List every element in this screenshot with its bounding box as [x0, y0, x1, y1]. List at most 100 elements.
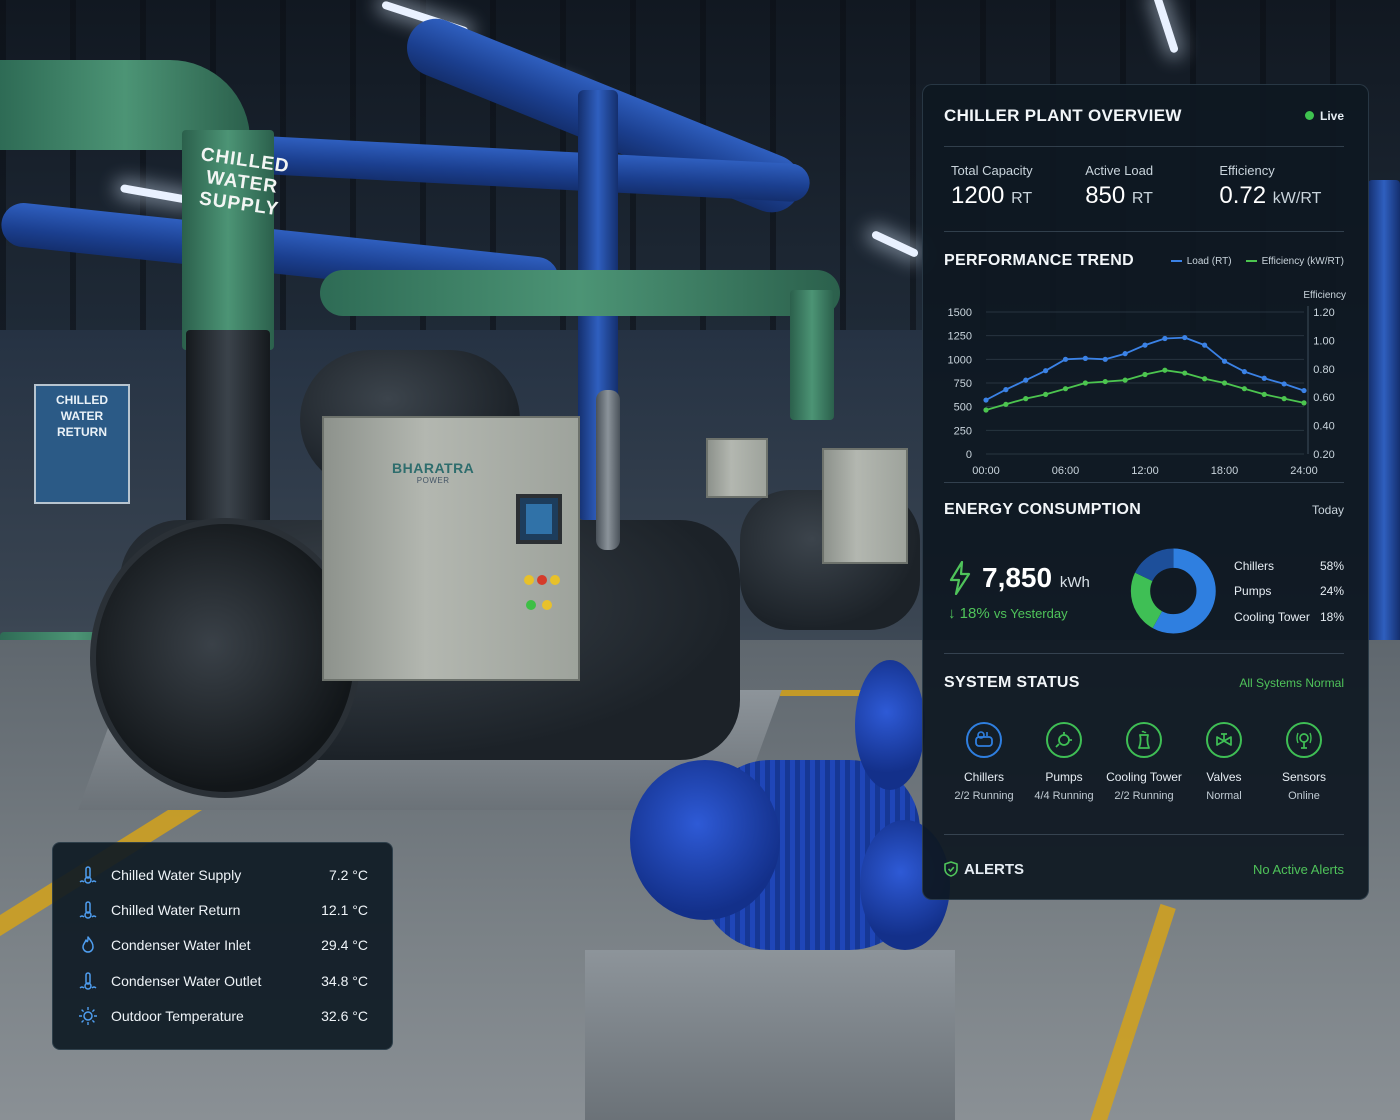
kpi-total-capacity: Total Capacity 1200 RT — [951, 163, 1085, 231]
status-name: Valves — [1206, 770, 1242, 784]
y-right-tick-label: 0.60 — [1313, 392, 1334, 404]
y-right-tick-label: 0.40 — [1313, 421, 1334, 433]
data-point-efficiency — [1023, 396, 1029, 402]
data-point-efficiency — [1082, 380, 1088, 386]
x-tick-label: 06:00 — [1052, 465, 1080, 477]
status-name: Chillers — [963, 770, 1004, 784]
status-name: Cooling Tower — [1106, 770, 1182, 784]
indicator-light — [542, 600, 552, 610]
thermometer-water-icon — [77, 899, 99, 921]
legend-swatch-efficiency — [1245, 259, 1257, 262]
status-item-valves[interactable]: Valves Normal — [1184, 722, 1264, 834]
data-point-efficiency — [1122, 377, 1128, 383]
temp-value: 12.1 °C — [321, 901, 368, 918]
chiller-icon — [966, 722, 1002, 758]
energy-delta: ↓ 18% vs Yesterday — [948, 605, 1127, 622]
energy-unit: kWh — [1059, 573, 1090, 591]
kpi-number: 1200 — [951, 182, 1005, 209]
energy-donut-chart — [1131, 548, 1217, 634]
brand-logo: BHARATRA POWER — [392, 460, 474, 485]
energy-header: ENERGY CONSUMPTION Today — [944, 483, 1344, 537]
legend-label: Load (RT) — [1186, 255, 1232, 267]
kpi-value: 0.72 kW/RT — [1219, 182, 1344, 210]
sign-chilled-water-return: CHILLED WATER RETURN — [34, 384, 130, 504]
kpi-row: Total Capacity 1200 RT Active Load 850 R… — [944, 147, 1344, 231]
status-state: Online — [1288, 790, 1320, 802]
status-state: 2/2 Running — [954, 790, 1014, 802]
legend-swatch-load — [1170, 259, 1182, 262]
kpi-label: Active Load — [1085, 163, 1154, 178]
energy-total: 7,850 kWh — [948, 560, 1127, 595]
energy-title: ENERGY CONSUMPTION — [944, 501, 1142, 518]
energy-delta-label: vs Yesterday — [993, 605, 1068, 621]
pipe-label-chilled-water-supply: CHILLED WATER SUPPLY — [197, 144, 291, 221]
energy-number: 7,850 — [982, 561, 1053, 593]
share-row-chillers: Chillers 58% — [1234, 553, 1344, 579]
thermometer-water-icon — [77, 970, 99, 992]
status-summary: All Systems Normal — [1239, 676, 1344, 690]
data-point-efficiency — [983, 407, 989, 413]
data-point-efficiency — [1062, 386, 1069, 392]
temp-row-condenser-water-outlet: Condenser Water Outlet 34.8 °C — [77, 963, 368, 998]
kpi-value: 1200 RT — [951, 182, 1085, 210]
x-tick-label: 12:00 — [1131, 465, 1159, 477]
pump-background — [855, 660, 925, 790]
legend-label: Efficiency (kW/RT) — [1261, 255, 1344, 267]
data-point-load — [1122, 351, 1128, 357]
status-state: 4/4 Running — [1034, 790, 1094, 802]
share-row-pumps: Pumps 24% — [1234, 578, 1344, 604]
alerts-state: No Active Alerts — [1252, 861, 1344, 877]
energy-body: 7,850 kWh ↓ 18% vs Yesterday Chillers 58%… — [944, 537, 1344, 645]
status-state: 2/2 Running — [1114, 790, 1174, 802]
alerts-title-group: ALERTS — [944, 861, 1024, 878]
chiller-background-panel — [706, 438, 768, 498]
data-point-load — [1281, 381, 1287, 387]
data-point-load — [983, 397, 989, 403]
status-item-chillers[interactable]: Chillers 2/2 Running — [944, 722, 1024, 834]
data-point-efficiency — [1043, 391, 1049, 397]
black-riser-pipe — [186, 330, 270, 530]
kpi-number: 850 — [1085, 182, 1126, 209]
cooling-tower-icon — [1126, 722, 1162, 758]
y-right-tick-label: 0.20 — [1313, 449, 1334, 461]
green-vertical-pipe — [790, 290, 834, 420]
arrow-down-icon: ↓ — [948, 604, 956, 622]
data-point-efficiency — [1301, 400, 1307, 406]
energy-period: Today — [1311, 503, 1344, 517]
energy-delta-value: 18% — [959, 604, 990, 622]
share-pct: 18% — [1319, 609, 1344, 624]
shield-check-icon — [944, 861, 958, 877]
status-item-cooling-tower[interactable]: Cooling Tower 2/2 Running — [1104, 722, 1184, 834]
data-point-efficiency — [1261, 391, 1267, 397]
chiller-background-panel — [822, 448, 908, 564]
share-pct: 24% — [1319, 584, 1344, 598]
data-point-load — [1261, 375, 1267, 381]
share-name: Cooling Tower — [1234, 609, 1310, 624]
kpi-efficiency: Efficiency 0.72 kW/RT — [1219, 163, 1344, 231]
sun-icon — [77, 1005, 99, 1027]
live-indicator: Live — [1304, 109, 1344, 123]
data-point-load — [1023, 377, 1029, 383]
temp-name: Outdoor Temperature — [111, 1007, 244, 1024]
status-header: SYSTEM STATUS All Systems Normal — [944, 654, 1344, 712]
status-item-sensors[interactable]: Sensors Online — [1264, 722, 1344, 834]
kpi-value: 850 RT — [1085, 182, 1219, 210]
data-point-load — [1221, 358, 1228, 364]
status-item-pumps[interactable]: Pumps 4/4 Running — [1024, 722, 1104, 834]
data-point-load — [1082, 355, 1088, 361]
data-point-efficiency — [1102, 378, 1108, 385]
sensor-icon — [1286, 722, 1322, 758]
y-left-tick-label: 1500 — [948, 307, 972, 319]
alerts-row[interactable]: ALERTS No Active Alerts — [944, 835, 1344, 903]
pump-icon — [1046, 722, 1082, 758]
energy-summary: 7,850 kWh ↓ 18% vs Yesterday — [944, 560, 1127, 622]
thermometer-water-icon — [77, 864, 99, 886]
data-point-efficiency — [1241, 386, 1247, 392]
data-point-load — [1162, 335, 1168, 342]
x-tick-label: 24:00 — [1290, 465, 1318, 477]
dashboard-title: CHILLER PLANT OVERVIEW — [944, 105, 1182, 125]
kpi-unit: RT — [1011, 190, 1033, 207]
temperature-readout-card: Chilled Water Supply 7.2 °C Chilled Wate… — [52, 842, 393, 1050]
status-name: Pumps — [1045, 770, 1083, 784]
alerts-title: ALERTS — [964, 860, 1024, 878]
